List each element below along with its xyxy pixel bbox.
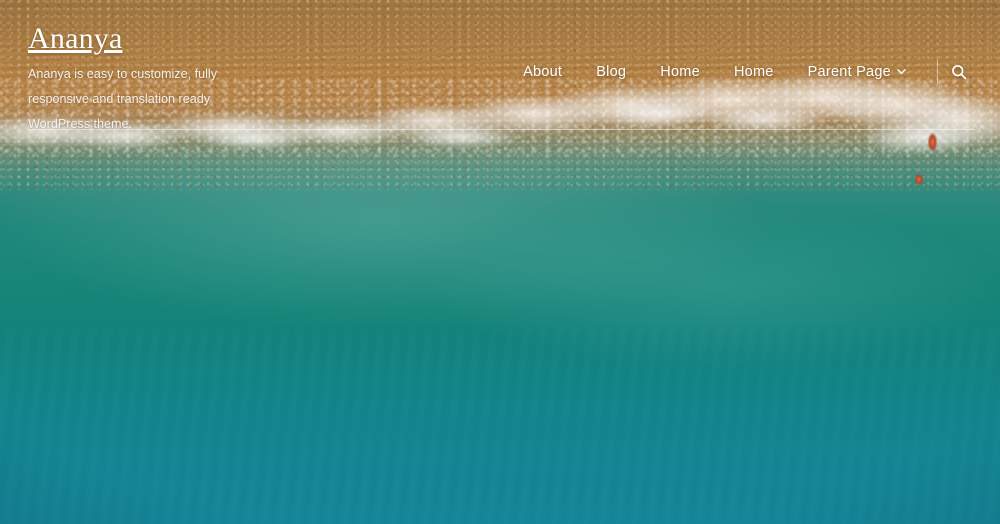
nav-item-home-2[interactable]: Home (717, 58, 791, 86)
primary-navigation: About Blog Home Home Parent Page (506, 58, 974, 86)
nav-link-home-1[interactable]: Home (643, 58, 717, 86)
nav-label: Blog (596, 64, 627, 80)
nav-label: Home (733, 64, 774, 80)
nav-link-home-2[interactable]: Home (717, 58, 791, 86)
chevron-down-icon[interactable] (897, 67, 906, 76)
nav-item-home-1[interactable]: Home (643, 58, 717, 86)
nav-menu: About Blog Home Home Parent Page (506, 58, 923, 86)
hero-banner: Ananya Ananya is easy to customize, full… (0, 0, 1000, 524)
nav-item-parent-page[interactable]: Parent Page (791, 58, 923, 86)
nav-divider (937, 59, 938, 85)
search-icon (951, 64, 967, 80)
nav-link-parent-page[interactable]: Parent Page (791, 58, 923, 86)
nav-link-blog[interactable]: Blog (579, 58, 643, 86)
site-description: Ananya is easy to customize, fully respo… (28, 67, 217, 131)
nav-label: Home (660, 64, 700, 80)
header-divider-rule (28, 129, 975, 130)
nav-item-blog[interactable]: Blog (579, 58, 643, 86)
site-header: Ananya Ananya is easy to customize, full… (0, 0, 1000, 131)
site-branding: Ananya Ananya is easy to customize, full… (28, 22, 288, 137)
site-title[interactable]: Ananya (28, 22, 123, 55)
search-toggle-button[interactable] (944, 58, 974, 86)
nav-link-about[interactable]: About (506, 58, 579, 86)
nav-label: Parent Page (807, 64, 891, 80)
nav-item-about[interactable]: About (506, 58, 579, 86)
nav-label: About (523, 64, 563, 80)
